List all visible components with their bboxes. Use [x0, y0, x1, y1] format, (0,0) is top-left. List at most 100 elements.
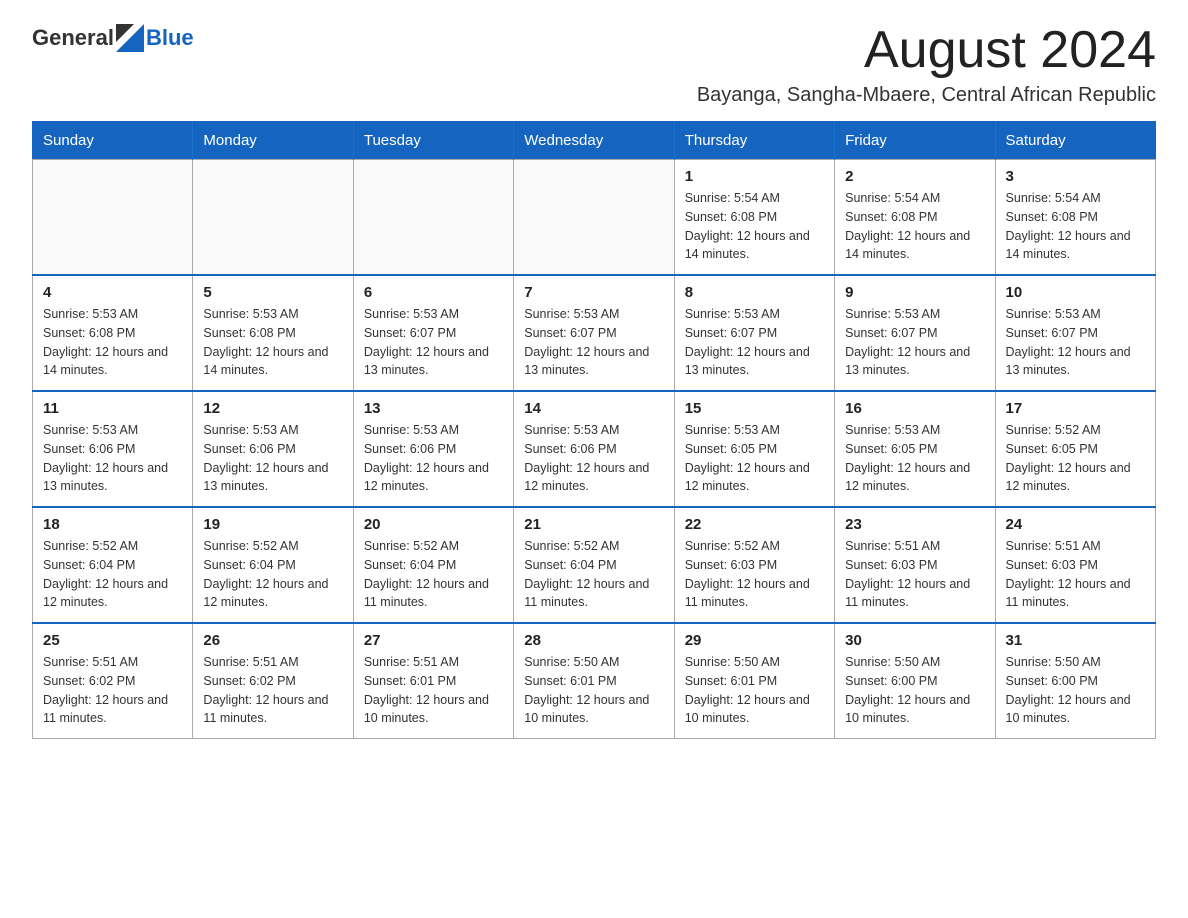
day-number: 11	[43, 400, 182, 417]
calendar-day: 14Sunrise: 5:53 AM Sunset: 6:06 PM Dayli…	[514, 391, 674, 507]
day-number: 28	[524, 632, 663, 649]
day-info: Sunrise: 5:52 AM Sunset: 6:04 PM Dayligh…	[203, 537, 342, 612]
day-number: 10	[1006, 284, 1145, 301]
day-number: 1	[685, 168, 824, 185]
day-number: 23	[845, 516, 984, 533]
day-number: 30	[845, 632, 984, 649]
calendar-day: 20 Sunrise: 5:52 AM Sunset: 6:04 PM Dayli…	[353, 507, 513, 623]
day-number: 22	[685, 516, 824, 533]
day-info: Sunrise: 5:53 AM Sunset: 6:06 PM Dayligh…	[524, 421, 663, 496]
day-number: 18	[43, 516, 182, 533]
day-number: 24	[1006, 516, 1145, 533]
month-title: August 2024	[864, 24, 1156, 76]
day-info: Sunrise: 5:50 AM Sunset: 6:00 PM Dayligh…	[1006, 653, 1145, 728]
calendar-week-2: 4 Sunrise: 5:53 AM Sunset: 6:08 PM Daylig…	[33, 275, 1156, 391]
calendar-day: 24 Sunrise: 5:51 AM Sunset: 6:03 PM Dayli…	[995, 507, 1155, 623]
day-number: 12	[203, 400, 342, 417]
calendar-day: 23 Sunrise: 5:51 AM Sunset: 6:03 PM Dayli…	[835, 507, 995, 623]
calendar-day	[514, 160, 674, 276]
calendar-week-1: 1 Sunrise: 5:54 AM Sunset: 6:08 PM Daylig…	[33, 160, 1156, 276]
logo-general: General	[32, 25, 114, 51]
calendar-week-5: 25 Sunrise: 5:51 AM Sunset: 6:02 PM Dayli…	[33, 623, 1156, 739]
calendar-day: 11 Sunrise: 5:53 AM Sunset: 6:06 PM Dayli…	[33, 391, 193, 507]
day-number: 6	[364, 284, 503, 301]
calendar-body: 1 Sunrise: 5:54 AM Sunset: 6:08 PM Daylig…	[33, 160, 1156, 739]
day-number: 25	[43, 632, 182, 649]
day-header-thursday: Thursday	[674, 122, 834, 160]
calendar-day: 6Sunrise: 5:53 AM Sunset: 6:07 PM Daylig…	[353, 275, 513, 391]
day-info: Sunrise: 5:51 AM Sunset: 6:02 PM Dayligh…	[203, 653, 342, 728]
calendar-day: 28 Sunrise: 5:50 AM Sunset: 6:01 PM Dayli…	[514, 623, 674, 739]
calendar-day	[33, 160, 193, 276]
day-info: Sunrise: 5:54 AM Sunset: 6:08 PM Dayligh…	[685, 189, 824, 264]
day-info: Sunrise: 5:53 AM Sunset: 6:07 PM Dayligh…	[845, 305, 984, 380]
day-info: Sunrise: 5:52 AM Sunset: 6:03 PM Dayligh…	[685, 537, 824, 612]
day-info: Sunrise: 5:50 AM Sunset: 6:01 PM Dayligh…	[524, 653, 663, 728]
calendar-day: 12Sunrise: 5:53 AM Sunset: 6:06 PM Dayli…	[193, 391, 353, 507]
calendar-day: 30 Sunrise: 5:50 AM Sunset: 6:00 PM Dayli…	[835, 623, 995, 739]
day-number: 16	[845, 400, 984, 417]
day-number: 8	[685, 284, 824, 301]
day-number: 17	[1006, 400, 1145, 417]
calendar-day: 22 Sunrise: 5:52 AM Sunset: 6:03 PM Dayli…	[674, 507, 834, 623]
day-number: 31	[1006, 632, 1145, 649]
title-block: August 2024	[864, 24, 1156, 76]
day-number: 20	[364, 516, 503, 533]
day-header-wednesday: Wednesday	[514, 122, 674, 160]
calendar-day: 17Sunrise: 5:52 AM Sunset: 6:05 PM Dayli…	[995, 391, 1155, 507]
calendar-week-3: 11 Sunrise: 5:53 AM Sunset: 6:06 PM Dayli…	[33, 391, 1156, 507]
day-header-friday: Friday	[835, 122, 995, 160]
day-info: Sunrise: 5:51 AM Sunset: 6:03 PM Dayligh…	[1006, 537, 1145, 612]
day-info: Sunrise: 5:50 AM Sunset: 6:01 PM Dayligh…	[685, 653, 824, 728]
day-number: 26	[203, 632, 342, 649]
calendar-day: 5 Sunrise: 5:53 AM Sunset: 6:08 PM Daylig…	[193, 275, 353, 391]
calendar-day: 25 Sunrise: 5:51 AM Sunset: 6:02 PM Dayli…	[33, 623, 193, 739]
day-info: Sunrise: 5:53 AM Sunset: 6:06 PM Dayligh…	[43, 421, 182, 496]
page-header: General Blue August 2024	[32, 24, 1156, 76]
day-info: Sunrise: 5:53 AM Sunset: 6:05 PM Dayligh…	[845, 421, 984, 496]
day-info: Sunrise: 5:51 AM Sunset: 6:01 PM Dayligh…	[364, 653, 503, 728]
calendar-day: 7 Sunrise: 5:53 AM Sunset: 6:07 PM Daylig…	[514, 275, 674, 391]
day-number: 7	[524, 284, 663, 301]
day-info: Sunrise: 5:52 AM Sunset: 6:04 PM Dayligh…	[43, 537, 182, 612]
day-info: Sunrise: 5:54 AM Sunset: 6:08 PM Dayligh…	[1006, 189, 1145, 264]
subtitle: Bayanga, Sangha-Mbaere, Central African …	[32, 84, 1156, 107]
day-info: Sunrise: 5:54 AM Sunset: 6:08 PM Dayligh…	[845, 189, 984, 264]
day-number: 5	[203, 284, 342, 301]
day-info: Sunrise: 5:53 AM Sunset: 6:06 PM Dayligh…	[364, 421, 503, 496]
day-info: Sunrise: 5:53 AM Sunset: 6:07 PM Dayligh…	[1006, 305, 1145, 380]
calendar-day: 15Sunrise: 5:53 AM Sunset: 6:05 PM Dayli…	[674, 391, 834, 507]
calendar-day: 21 Sunrise: 5:52 AM Sunset: 6:04 PM Dayli…	[514, 507, 674, 623]
day-header-tuesday: Tuesday	[353, 122, 513, 160]
day-info: Sunrise: 5:53 AM Sunset: 6:08 PM Dayligh…	[203, 305, 342, 380]
day-number: 4	[43, 284, 182, 301]
calendar-header: SundayMondayTuesdayWednesdayThursdayFrid…	[33, 122, 1156, 160]
logo-blue: Blue	[146, 25, 194, 51]
day-number: 13	[364, 400, 503, 417]
day-number: 9	[845, 284, 984, 301]
logo: General Blue	[32, 24, 194, 52]
calendar-day: 10 Sunrise: 5:53 AM Sunset: 6:07 PM Dayli…	[995, 275, 1155, 391]
day-info: Sunrise: 5:53 AM Sunset: 6:07 PM Dayligh…	[685, 305, 824, 380]
calendar-day: 3 Sunrise: 5:54 AM Sunset: 6:08 PM Daylig…	[995, 160, 1155, 276]
calendar-day: 27Sunrise: 5:51 AM Sunset: 6:01 PM Dayli…	[353, 623, 513, 739]
day-info: Sunrise: 5:51 AM Sunset: 6:02 PM Dayligh…	[43, 653, 182, 728]
calendar-day: 13 Sunrise: 5:53 AM Sunset: 6:06 PM Dayli…	[353, 391, 513, 507]
day-info: Sunrise: 5:52 AM Sunset: 6:04 PM Dayligh…	[364, 537, 503, 612]
day-number: 21	[524, 516, 663, 533]
day-info: Sunrise: 5:52 AM Sunset: 6:04 PM Dayligh…	[524, 537, 663, 612]
calendar-day: 16 Sunrise: 5:53 AM Sunset: 6:05 PM Dayli…	[835, 391, 995, 507]
day-info: Sunrise: 5:53 AM Sunset: 6:05 PM Dayligh…	[685, 421, 824, 496]
day-header-saturday: Saturday	[995, 122, 1155, 160]
day-number: 29	[685, 632, 824, 649]
day-header-sunday: Sunday	[33, 122, 193, 160]
day-info: Sunrise: 5:53 AM Sunset: 6:07 PM Dayligh…	[524, 305, 663, 380]
calendar-table: SundayMondayTuesdayWednesdayThursdayFrid…	[32, 121, 1156, 739]
day-number: 2	[845, 168, 984, 185]
day-info: Sunrise: 5:51 AM Sunset: 6:03 PM Dayligh…	[845, 537, 984, 612]
calendar-day: 8 Sunrise: 5:53 AM Sunset: 6:07 PM Daylig…	[674, 275, 834, 391]
calendar-day	[353, 160, 513, 276]
day-number: 3	[1006, 168, 1145, 185]
day-info: Sunrise: 5:50 AM Sunset: 6:00 PM Dayligh…	[845, 653, 984, 728]
day-number: 19	[203, 516, 342, 533]
